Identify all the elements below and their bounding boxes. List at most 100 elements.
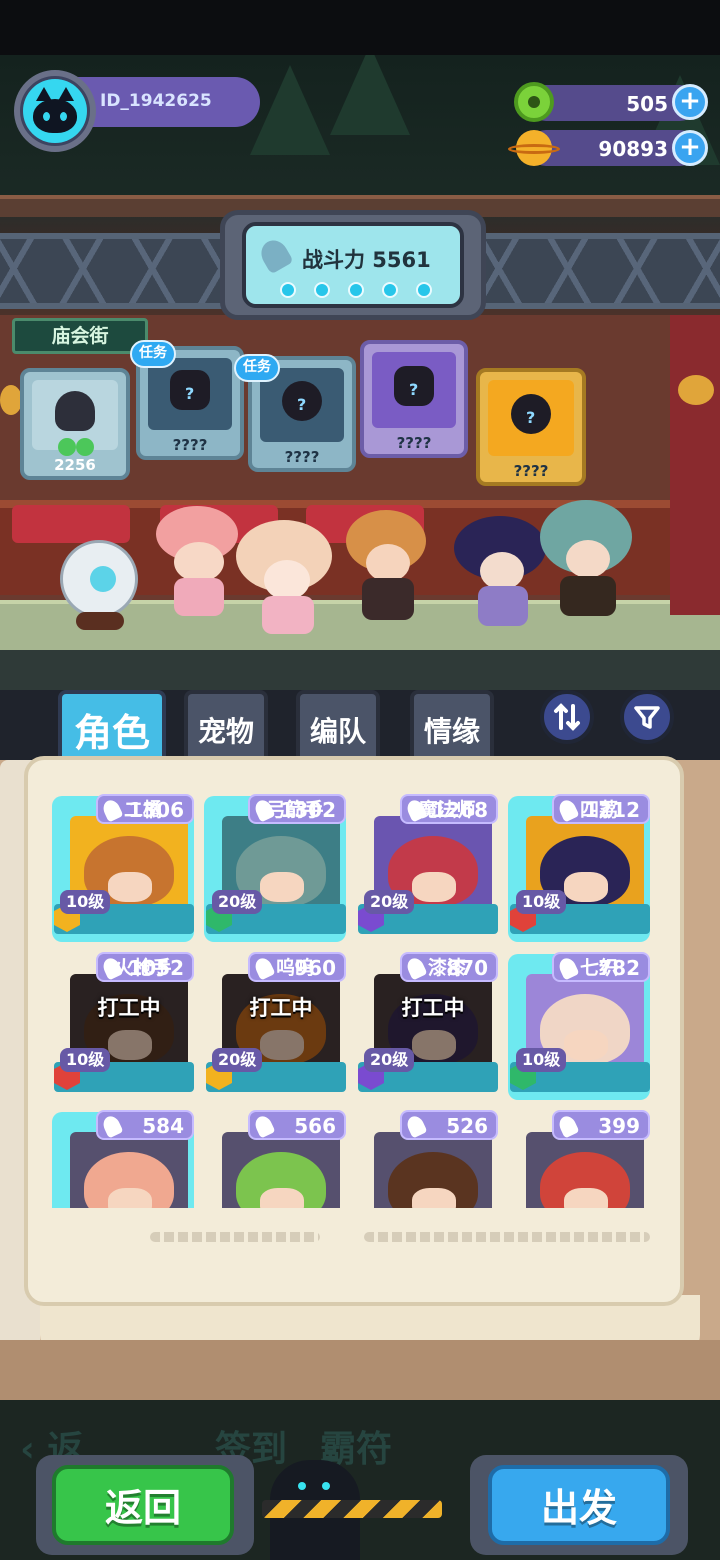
add-gem-button[interactable]: + <box>672 84 708 120</box>
unknown-icon: ? <box>297 395 307 414</box>
character-card[interactable]: 1268 魔法师 20级 <box>354 792 500 942</box>
portrait-face <box>108 872 152 902</box>
character-power: 566 <box>294 1114 336 1138</box>
cushion-decoration <box>12 505 130 543</box>
character-name: 七织 <box>579 957 618 979</box>
robot-eye <box>298 1482 306 1490</box>
power-indicator-dot <box>382 282 398 298</box>
coin-value: 90893 <box>598 137 668 161</box>
tab-bonds[interactable]: 情缘 <box>410 690 494 756</box>
check-icon <box>58 438 76 456</box>
task-bubble[interactable]: 任务 <box>130 340 176 368</box>
back-button[interactable]: 返回 <box>52 1465 234 1545</box>
character-name: 魔法师 <box>418 799 476 821</box>
character-power-badge: 526 <box>400 1110 498 1140</box>
character-portrait <box>222 1132 340 1208</box>
character-card[interactable]: 打工中 870 漆漆 20级 <box>354 950 500 1100</box>
tree-decoration <box>250 65 330 155</box>
power-indicator-dot <box>348 282 364 298</box>
character-portrait <box>374 1132 492 1208</box>
character-name: 弓箭手 <box>266 799 324 821</box>
rocket-icon <box>556 1113 580 1139</box>
character-card[interactable]: 782 七织 10级 <box>506 950 652 1100</box>
curtain <box>670 315 720 615</box>
combat-power-label: 战斗力 5561 <box>302 248 431 272</box>
book-cover <box>0 1340 720 1400</box>
cat-eye <box>43 112 50 121</box>
working-status: 打工中 <box>249 996 313 1020</box>
collection-slot-1[interactable]: 2256 <box>20 368 130 480</box>
character-power: 399 <box>598 1114 640 1138</box>
check-icon <box>76 438 94 456</box>
tree-decoration <box>330 55 410 135</box>
collection-slot-label: ???? <box>396 434 432 452</box>
character-card[interactable]: 1302 弓箭手 20级 <box>202 792 348 942</box>
tab-characters[interactable]: 角色 <box>58 690 166 756</box>
tab-formation[interactable]: 编队 <box>296 690 380 756</box>
page-scribble <box>364 1232 650 1242</box>
planet-coin-icon <box>508 130 560 166</box>
character-card[interactable]: 399 <box>506 1108 652 1208</box>
character-grid[interactable]: 1306 二橘 10级 1302 弓箭手 20级 1268 魔法师 20级 1212 四荔 10级 打工… <box>50 792 670 1208</box>
unknown-icon: ? <box>409 380 419 399</box>
rocket-icon <box>404 1113 428 1139</box>
character-card[interactable]: 打工中 960 呜呜 20级 <box>202 950 348 1100</box>
working-status: 打工中 <box>97 996 161 1020</box>
power-indicator-dot <box>314 282 330 298</box>
location-sign: 庙会街 <box>12 318 148 354</box>
collection-slot-label: 2256 <box>54 456 96 474</box>
task-bubble[interactable]: 任务 <box>234 354 280 382</box>
tab-label: 情缘 <box>423 715 480 748</box>
portrait-face <box>412 1188 456 1208</box>
character-portrait <box>526 1132 644 1208</box>
character-card[interactable]: 1212 四荔 10级 <box>506 792 652 942</box>
character-power: 526 <box>446 1114 488 1138</box>
power-indicator-dot <box>416 282 432 298</box>
character-level: 20级 <box>212 890 263 914</box>
status-bar-area <box>0 0 720 55</box>
character-card[interactable]: 584 <box>50 1108 196 1208</box>
filter-button[interactable] <box>620 690 674 744</box>
character-name: 四荔 <box>579 799 618 821</box>
rocket-icon <box>100 1113 124 1139</box>
character-level: 10级 <box>516 890 567 914</box>
filter-icon <box>634 706 660 729</box>
character-level: 10级 <box>60 890 111 914</box>
collection-slot-5[interactable]: ? ???? <box>476 368 586 486</box>
hazard-stripe <box>262 1500 442 1518</box>
portrait-face <box>564 872 608 902</box>
portrait-face <box>564 1030 608 1060</box>
collection-slot-label: ???? <box>513 462 549 480</box>
character-card[interactable]: 526 <box>354 1108 500 1208</box>
character-power-badge: 399 <box>552 1110 650 1140</box>
working-status: 打工中 <box>401 996 465 1020</box>
collection-slot-4[interactable]: ? ???? <box>360 340 468 458</box>
character-name: 二橘 <box>123 799 162 821</box>
character-level: 20级 <box>364 1048 415 1072</box>
page-scribble <box>150 1232 320 1242</box>
cat-icon <box>33 99 77 133</box>
character-power: 584 <box>142 1114 184 1138</box>
character-card[interactable]: 566 <box>202 1108 348 1208</box>
robot-eye <box>322 1482 330 1490</box>
character-level: 10级 <box>516 1048 567 1072</box>
collection-slot-label: ???? <box>284 448 320 466</box>
portrait-face <box>108 1188 152 1208</box>
depart-button[interactable]: 出发 <box>488 1465 670 1545</box>
character-name: 漆漆 <box>427 957 466 979</box>
character-name: 火枪手 <box>114 957 172 979</box>
character-card[interactable]: 打工中 1052 火枪手 10级 <box>50 950 196 1100</box>
character-card[interactable]: 1306 二橘 10级 <box>50 792 196 942</box>
portrait-face <box>412 872 456 902</box>
player-id: ID_1942625 <box>100 91 212 111</box>
character-portrait <box>70 1132 188 1208</box>
rocket-icon <box>252 1113 276 1139</box>
add-coin-button[interactable]: + <box>672 130 708 166</box>
portrait-face <box>260 1188 304 1208</box>
gem-value: 505 <box>626 92 668 116</box>
tab-pets[interactable]: 宠物 <box>184 690 268 756</box>
tab-label: 角色 <box>73 711 150 755</box>
character-level: 20级 <box>212 1048 263 1072</box>
sort-button[interactable] <box>540 690 594 744</box>
cat-eye <box>60 112 67 121</box>
